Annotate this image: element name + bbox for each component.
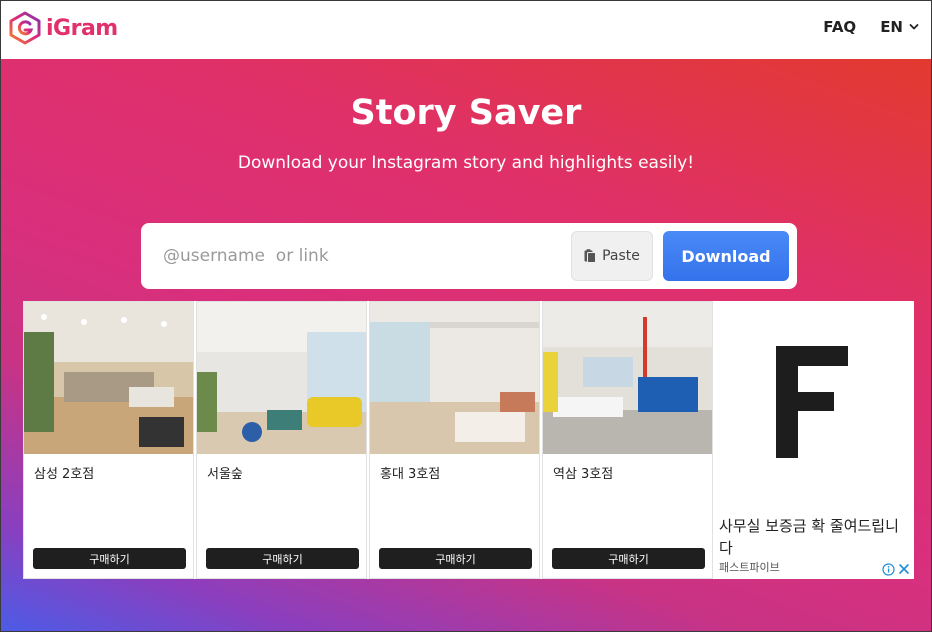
page-frame: iGram FAQ EN Story Saver Download your I…: [0, 0, 932, 632]
page-subtitle: Download your Instagram story and highli…: [237, 153, 695, 173]
clipboard-icon: [584, 249, 597, 263]
brand-name: iGram: [46, 15, 118, 41]
ad-card-label: 삼성 2호점: [34, 467, 95, 482]
ad-sponsor-panel[interactable]: 사무실 보증금 확 줄여드립니다 패스트파이브: [714, 301, 914, 579]
faq-link[interactable]: FAQ: [823, 18, 856, 36]
ad-card-image: [197, 302, 366, 454]
ad-card[interactable]: 서울숲 구매하기: [196, 301, 367, 579]
buy-button[interactable]: 구매하기: [33, 548, 186, 569]
close-icon[interactable]: [898, 563, 910, 575]
ad-headline: 사무실 보증금 확 줄여드립니다: [719, 517, 899, 557]
chevron-down-icon: [909, 24, 919, 30]
fastfive-f-logo: [776, 346, 848, 458]
ad-brand: 패스트파이브: [719, 561, 780, 574]
hero-section: Story Saver Download your Instagram stor…: [1, 59, 931, 631]
advertisement: 삼성 2호점 구매하기 서울숲 구매하기 홍대 3호점 구매하기 역삼 3호점 …: [23, 301, 914, 579]
top-nav: FAQ EN: [823, 18, 919, 36]
language-selector[interactable]: EN: [880, 18, 919, 36]
buy-button[interactable]: 구매하기: [379, 548, 532, 569]
ad-card[interactable]: 홍대 3호점 구매하기: [369, 301, 540, 579]
ad-card-image: [370, 302, 539, 454]
username-or-link-input[interactable]: [151, 231, 571, 281]
igram-logo[interactable]: iGram: [8, 11, 118, 45]
ad-card[interactable]: 역삼 3호점 구매하기: [542, 301, 713, 579]
page-title: Story Saver: [350, 93, 582, 133]
ad-card-label: 홍대 3호점: [380, 467, 441, 482]
search-form: Paste Download: [141, 223, 797, 289]
ad-card-label: 서울숲: [207, 467, 243, 482]
download-button[interactable]: Download: [663, 231, 789, 281]
info-icon[interactable]: [882, 563, 895, 576]
site-header: iGram FAQ EN: [1, 1, 931, 59]
paste-label: Paste: [602, 248, 640, 264]
ad-card-image: [543, 302, 712, 454]
ad-card-image: [24, 302, 193, 454]
buy-button[interactable]: 구매하기: [552, 548, 705, 569]
paste-button[interactable]: Paste: [571, 231, 653, 281]
ad-card[interactable]: 삼성 2호점 구매하기: [23, 301, 194, 579]
buy-button[interactable]: 구매하기: [206, 548, 359, 569]
ad-card-label: 역삼 3호점: [553, 467, 614, 482]
igram-logo-icon: [9, 11, 41, 45]
language-label: EN: [880, 18, 903, 36]
